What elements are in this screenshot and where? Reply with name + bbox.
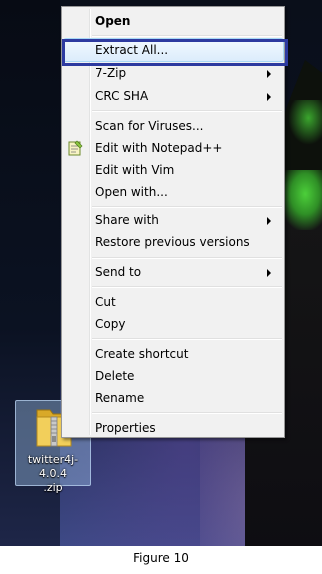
wallpaper-green-glow-top [288, 100, 322, 145]
menu-item-share-with[interactable]: Share with [62, 209, 284, 231]
menu-item-label: Open [95, 14, 131, 28]
wallpaper-green-glow [280, 170, 322, 230]
menu-item-label: Restore previous versions [95, 235, 250, 249]
desktop-file-label: twitter4j-4.0.4 .zip [16, 453, 90, 495]
menu-separator [92, 286, 282, 288]
menu-separator [92, 206, 282, 208]
file-name-line2: .zip [43, 481, 63, 494]
submenu-arrow-icon [267, 217, 271, 225]
menu-item-label: CRC SHA [95, 89, 149, 103]
menu-separator [92, 257, 282, 259]
menu-separator [92, 338, 282, 340]
menu-item-delete[interactable]: Delete [62, 365, 284, 387]
menu-item-label: Edit with Vim [95, 163, 175, 177]
menu-item-label: Send to [95, 265, 142, 279]
context-menu: Open Extract All... 7-Zip CRC SHA Scan f… [61, 6, 285, 438]
menu-item-label: Delete [95, 369, 135, 383]
menu-item-label: Scan for Viruses... [95, 119, 204, 133]
menu-item-cut[interactable]: Cut [62, 291, 284, 313]
menu-item-edit-with-notepad[interactable]: Edit with Notepad++ [62, 137, 284, 159]
menu-item-scan-for-viruses[interactable]: Scan for Viruses... [62, 115, 284, 137]
menu-item-label: Share with [95, 213, 159, 227]
figure-caption: Figure 10 [133, 551, 189, 565]
menu-item-copy[interactable]: Copy [62, 313, 284, 335]
menu-separator [92, 412, 282, 414]
file-name-line1: twitter4j-4.0.4 [27, 453, 79, 480]
notepad-plus-plus-icon [68, 140, 83, 156]
menu-item-label: Properties [95, 421, 156, 435]
menu-item-label: Create shortcut [95, 347, 189, 361]
menu-item-crc-sha[interactable]: CRC SHA [62, 85, 284, 107]
menu-item-properties[interactable]: Properties [62, 417, 284, 439]
menu-item-label: Edit with Notepad++ [95, 141, 223, 155]
menu-item-label: Open with... [95, 185, 168, 199]
menu-item-restore-previous-versions[interactable]: Restore previous versions [62, 231, 284, 253]
menu-item-label: Copy [95, 317, 126, 331]
menu-item-open-with[interactable]: Open with... [62, 181, 284, 203]
desktop: twitter4j-4.0.4 .zip Open Extract All...… [0, 0, 322, 546]
submenu-arrow-icon [267, 269, 271, 277]
annotation-highlight-box [62, 39, 288, 66]
menu-item-rename[interactable]: Rename [62, 387, 284, 409]
menu-item-send-to[interactable]: Send to [62, 261, 284, 283]
menu-item-edit-with-vim[interactable]: Edit with Vim [62, 159, 284, 181]
submenu-arrow-icon [267, 70, 271, 78]
submenu-arrow-icon [267, 93, 271, 101]
menu-item-label: Rename [95, 391, 145, 405]
menu-item-open[interactable]: Open [62, 10, 284, 32]
menu-item-label: Cut [95, 295, 116, 309]
menu-item-create-shortcut[interactable]: Create shortcut [62, 343, 284, 365]
menu-separator [92, 35, 282, 37]
menu-separator [92, 110, 282, 112]
